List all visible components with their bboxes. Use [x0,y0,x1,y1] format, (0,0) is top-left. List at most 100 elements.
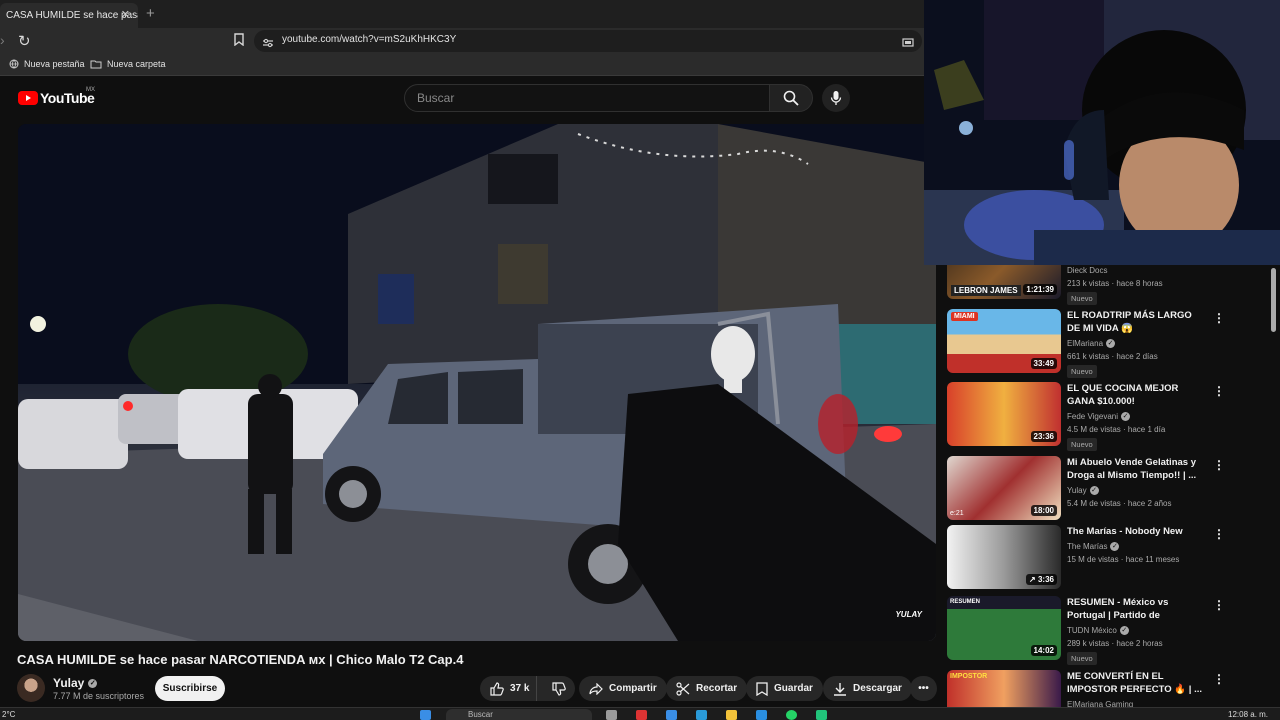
bookmark-icon[interactable] [234,33,244,51]
bookmark-nueva-pestana[interactable]: Nueva pestaña [9,59,85,69]
rec-channel[interactable]: Fede Vigevani ✓ [1067,412,1130,421]
avatar[interactable] [17,674,45,702]
thumbnail-text: MIAMI [951,312,978,321]
more-actions-button[interactable]: ••• [910,676,937,701]
bookmark-nueva-carpeta[interactable]: Nueva carpeta [90,59,166,69]
more-options-icon[interactable]: ⋮ [1213,598,1225,612]
rec-title[interactable]: EL ROADTRIP MÁS LARGO DE MI VIDA 😱 [1067,309,1205,335]
thumbnail-text: e:21 [950,510,964,517]
more-options-icon[interactable]: ⋮ [1213,384,1225,398]
new-badge: Nuevo [1067,292,1097,305]
new-tab-icon[interactable]: + [146,5,155,22]
video-thumbnail[interactable]: ↗ 3:36 [947,525,1061,589]
rec-channel-name: Yulay [1067,486,1087,495]
more-options-icon[interactable]: ⋮ [1213,527,1225,541]
search-input[interactable]: Buscar [404,84,770,112]
more-options-icon[interactable]: ⋮ [1213,458,1225,472]
video-thumbnail[interactable]: LEBRON JAMES 1:21:39 [947,265,1061,299]
youtube-logo[interactable]: YouTube [18,90,95,106]
taskbar: 2°C Buscar 12:08 a. m. [0,707,1280,720]
app-icon[interactable] [816,710,827,720]
sidebar-scrollbar[interactable] [1271,268,1276,332]
clip-label: Recortar [696,683,738,694]
rec-title[interactable]: The Marías - Nobody New [1067,525,1205,538]
cast-icon[interactable] [902,35,914,53]
save-button[interactable]: Guardar [746,676,823,701]
tab-title: CASA HUMILDE se hace pasar NARCOTIENDA [6,10,138,21]
rec-channel-name: TUDN México [1067,626,1117,635]
thumbs-up-icon [490,681,504,696]
youtube-play-icon [18,91,38,105]
app-icon[interactable] [756,710,767,720]
rec-title[interactable]: Mi Abuelo Vende Gelatinas y Droga al Mis… [1067,456,1205,482]
whatsapp-icon[interactable] [786,710,797,720]
duration-badge: 33:49 [1030,358,1057,369]
tab-close-icon[interactable]: ✕ [121,3,130,28]
rec-channel[interactable]: ElMariana ✓ [1067,339,1116,348]
search-button[interactable] [769,84,813,112]
video-thumbnail[interactable]: MIAMI 33:49 [947,309,1061,373]
share-button[interactable]: Compartir [579,676,667,701]
new-badge: Nuevo [1067,652,1097,665]
video-player[interactable]: YULAY [18,124,936,641]
thumbs-down-icon [552,681,566,696]
verified-icon: ✓ [88,678,98,688]
thumbnail-text: RESUMEN [950,599,981,605]
download-icon [834,682,846,696]
app-icon[interactable] [636,710,647,720]
duration-text: 3:36 [1037,575,1054,584]
verified-icon: ✓ [1089,486,1099,495]
more-options-icon[interactable]: ⋮ [1213,672,1225,686]
new-badge: Nuevo [1067,438,1097,451]
rec-title[interactable]: RESUMEN - México vs Portugal | Partido d… [1067,596,1205,622]
start-icon[interactable] [420,710,431,720]
dislike-button[interactable] [543,681,576,696]
url-text: youtube.com/watch?v=mS2uKhHKC3Y [282,34,457,45]
webcam-feed [924,0,1280,265]
recommendations-sidebar: LEBRON JAMES 1:21:39 Dieck Docs 213 k vi… [936,265,1280,720]
like-button[interactable]: 37 k [480,676,537,701]
file-explorer-icon[interactable] [726,710,737,720]
rec-channel[interactable]: TUDN México ✓ [1067,626,1129,635]
clock[interactable]: 12:08 a. m. [1228,710,1268,719]
duration-badge: 23:36 [1030,431,1057,442]
clip-button[interactable]: Recortar [666,676,748,701]
save-label: Guardar [774,683,813,694]
like-dislike-group: 37 k [480,676,575,701]
chevron-right-icon[interactable]: › [0,32,5,48]
bookmark-icon [756,681,768,696]
search-icon [783,90,799,106]
store-icon[interactable] [666,710,677,720]
channel-name[interactable]: Yulay ✓ [53,676,98,690]
reload-icon[interactable]: ↻ [18,32,31,50]
video-thumbnail[interactable]: RESUMEN 14:02 [947,596,1061,660]
rec-title[interactable]: ME CONVERTÍ EN EL IMPOSTOR PERFECTO 🔥 | … [1067,670,1205,696]
more-options-icon[interactable]: ⋮ [1213,311,1225,325]
taskbar-search-input[interactable]: Buscar [446,709,592,720]
scissors-icon [676,681,690,696]
new-badge: Nuevo [1067,365,1097,378]
rec-title[interactable]: EL QUE COCINA MEJOR GANA $10.000! [1067,382,1205,408]
rec-meta: 661 k vistas · hace 2 días [1067,352,1158,361]
task-view-icon[interactable] [606,710,617,720]
site-settings-icon[interactable] [262,35,274,53]
microphone-icon [830,91,842,105]
rec-meta: 289 k vistas · hace 2 horas [1067,639,1163,648]
browser-tab[interactable]: CASA HUMILDE se hace pasar NARCOTIENDA ✕ [0,3,138,28]
rec-channel[interactable]: The Marías ✓ [1067,542,1120,551]
video-thumbnail[interactable]: e:21 18:00 [947,456,1061,520]
folder-icon [90,60,102,69]
rec-channel-name: Fede Vigevani [1067,412,1118,421]
bookmarks-bar: Nueva pestaña Nueva carpeta [0,54,924,76]
video-thumbnail[interactable]: 23:36 [947,382,1061,446]
rec-channel[interactable]: Yulay ✓ [1067,486,1099,495]
download-button[interactable]: Descargar [823,676,912,701]
weather-temperature[interactable]: 2°C [2,710,15,719]
voice-search-button[interactable] [822,84,850,112]
edge-icon[interactable] [696,710,707,720]
address-bar[interactable]: youtube.com/watch?v=mS2uKhHKC3Y [254,30,922,52]
rec-meta: 4.5 M de vistas · hace 1 día [1067,425,1166,434]
rec-channel[interactable]: Dieck Docs [1067,266,1107,275]
duration-badge: ↗ 3:36 [1026,574,1057,585]
subscribe-button[interactable]: Suscribirse [155,676,225,701]
